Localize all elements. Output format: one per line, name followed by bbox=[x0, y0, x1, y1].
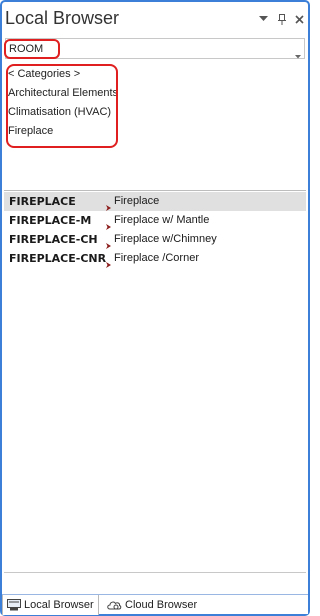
item-code: FIREPLACE-CH bbox=[9, 233, 98, 246]
list-item[interactable]: FIREPLACE Fireplace bbox=[4, 192, 306, 211]
status-strip bbox=[4, 572, 306, 594]
category-item-fireplace[interactable]: Fireplace bbox=[8, 125, 53, 137]
tab-cloud-browser[interactable]: Cloud Browser bbox=[102, 595, 208, 615]
search-input[interactable] bbox=[8, 40, 278, 57]
category-item-all[interactable]: < Categories > bbox=[8, 68, 80, 80]
close-icon[interactable] bbox=[292, 12, 306, 26]
list-item[interactable]: FIREPLACE-M Fireplace w/ Mantle bbox=[4, 211, 306, 230]
results-list: FIREPLACE Fireplace FIREPLACE-M Fireplac… bbox=[4, 192, 306, 572]
chevron-right-icon bbox=[106, 255, 111, 273]
panel-tab-bar: Local Browser Cloud Browser bbox=[2, 594, 308, 615]
search-combobox[interactable] bbox=[5, 38, 305, 59]
panel-titlebar: Local Browser bbox=[2, 2, 308, 36]
list-item[interactable]: FIREPLACE-CNR Fireplace /Corner bbox=[4, 249, 306, 268]
item-code: FIREPLACE-M bbox=[9, 214, 92, 227]
category-item-climatisation-hvac[interactable]: Climatisation (HVAC) bbox=[8, 106, 111, 118]
pin-icon[interactable] bbox=[275, 12, 289, 26]
category-item-architectural-elements[interactable]: Architectural Elements bbox=[8, 87, 118, 99]
local-browser-panel: Local Browser < Categories > Architectur… bbox=[0, 0, 310, 616]
list-item[interactable]: FIREPLACE-CH Fireplace w/Chimney bbox=[4, 230, 306, 249]
item-code: FIREPLACE bbox=[9, 195, 76, 208]
item-description: Fireplace /Corner bbox=[114, 252, 199, 264]
local-browser-icon bbox=[7, 599, 21, 611]
item-description: Fireplace w/ Mantle bbox=[114, 214, 210, 226]
tab-label: Cloud Browser bbox=[125, 599, 198, 611]
item-description: Fireplace bbox=[114, 195, 160, 207]
tab-label: Local Browser bbox=[24, 599, 94, 611]
item-code: FIREPLACE-CNR bbox=[9, 252, 107, 265]
panel-menu-dropdown-icon[interactable] bbox=[256, 12, 270, 26]
tab-local-browser[interactable]: Local Browser bbox=[2, 595, 99, 615]
categories-list: < Categories > Architectural Elements Cl… bbox=[4, 62, 306, 190]
panel-title: Local Browser bbox=[5, 8, 120, 28]
item-description: Fireplace w/Chimney bbox=[114, 233, 217, 245]
cloud-browser-icon bbox=[106, 599, 122, 611]
list-divider bbox=[4, 190, 306, 191]
